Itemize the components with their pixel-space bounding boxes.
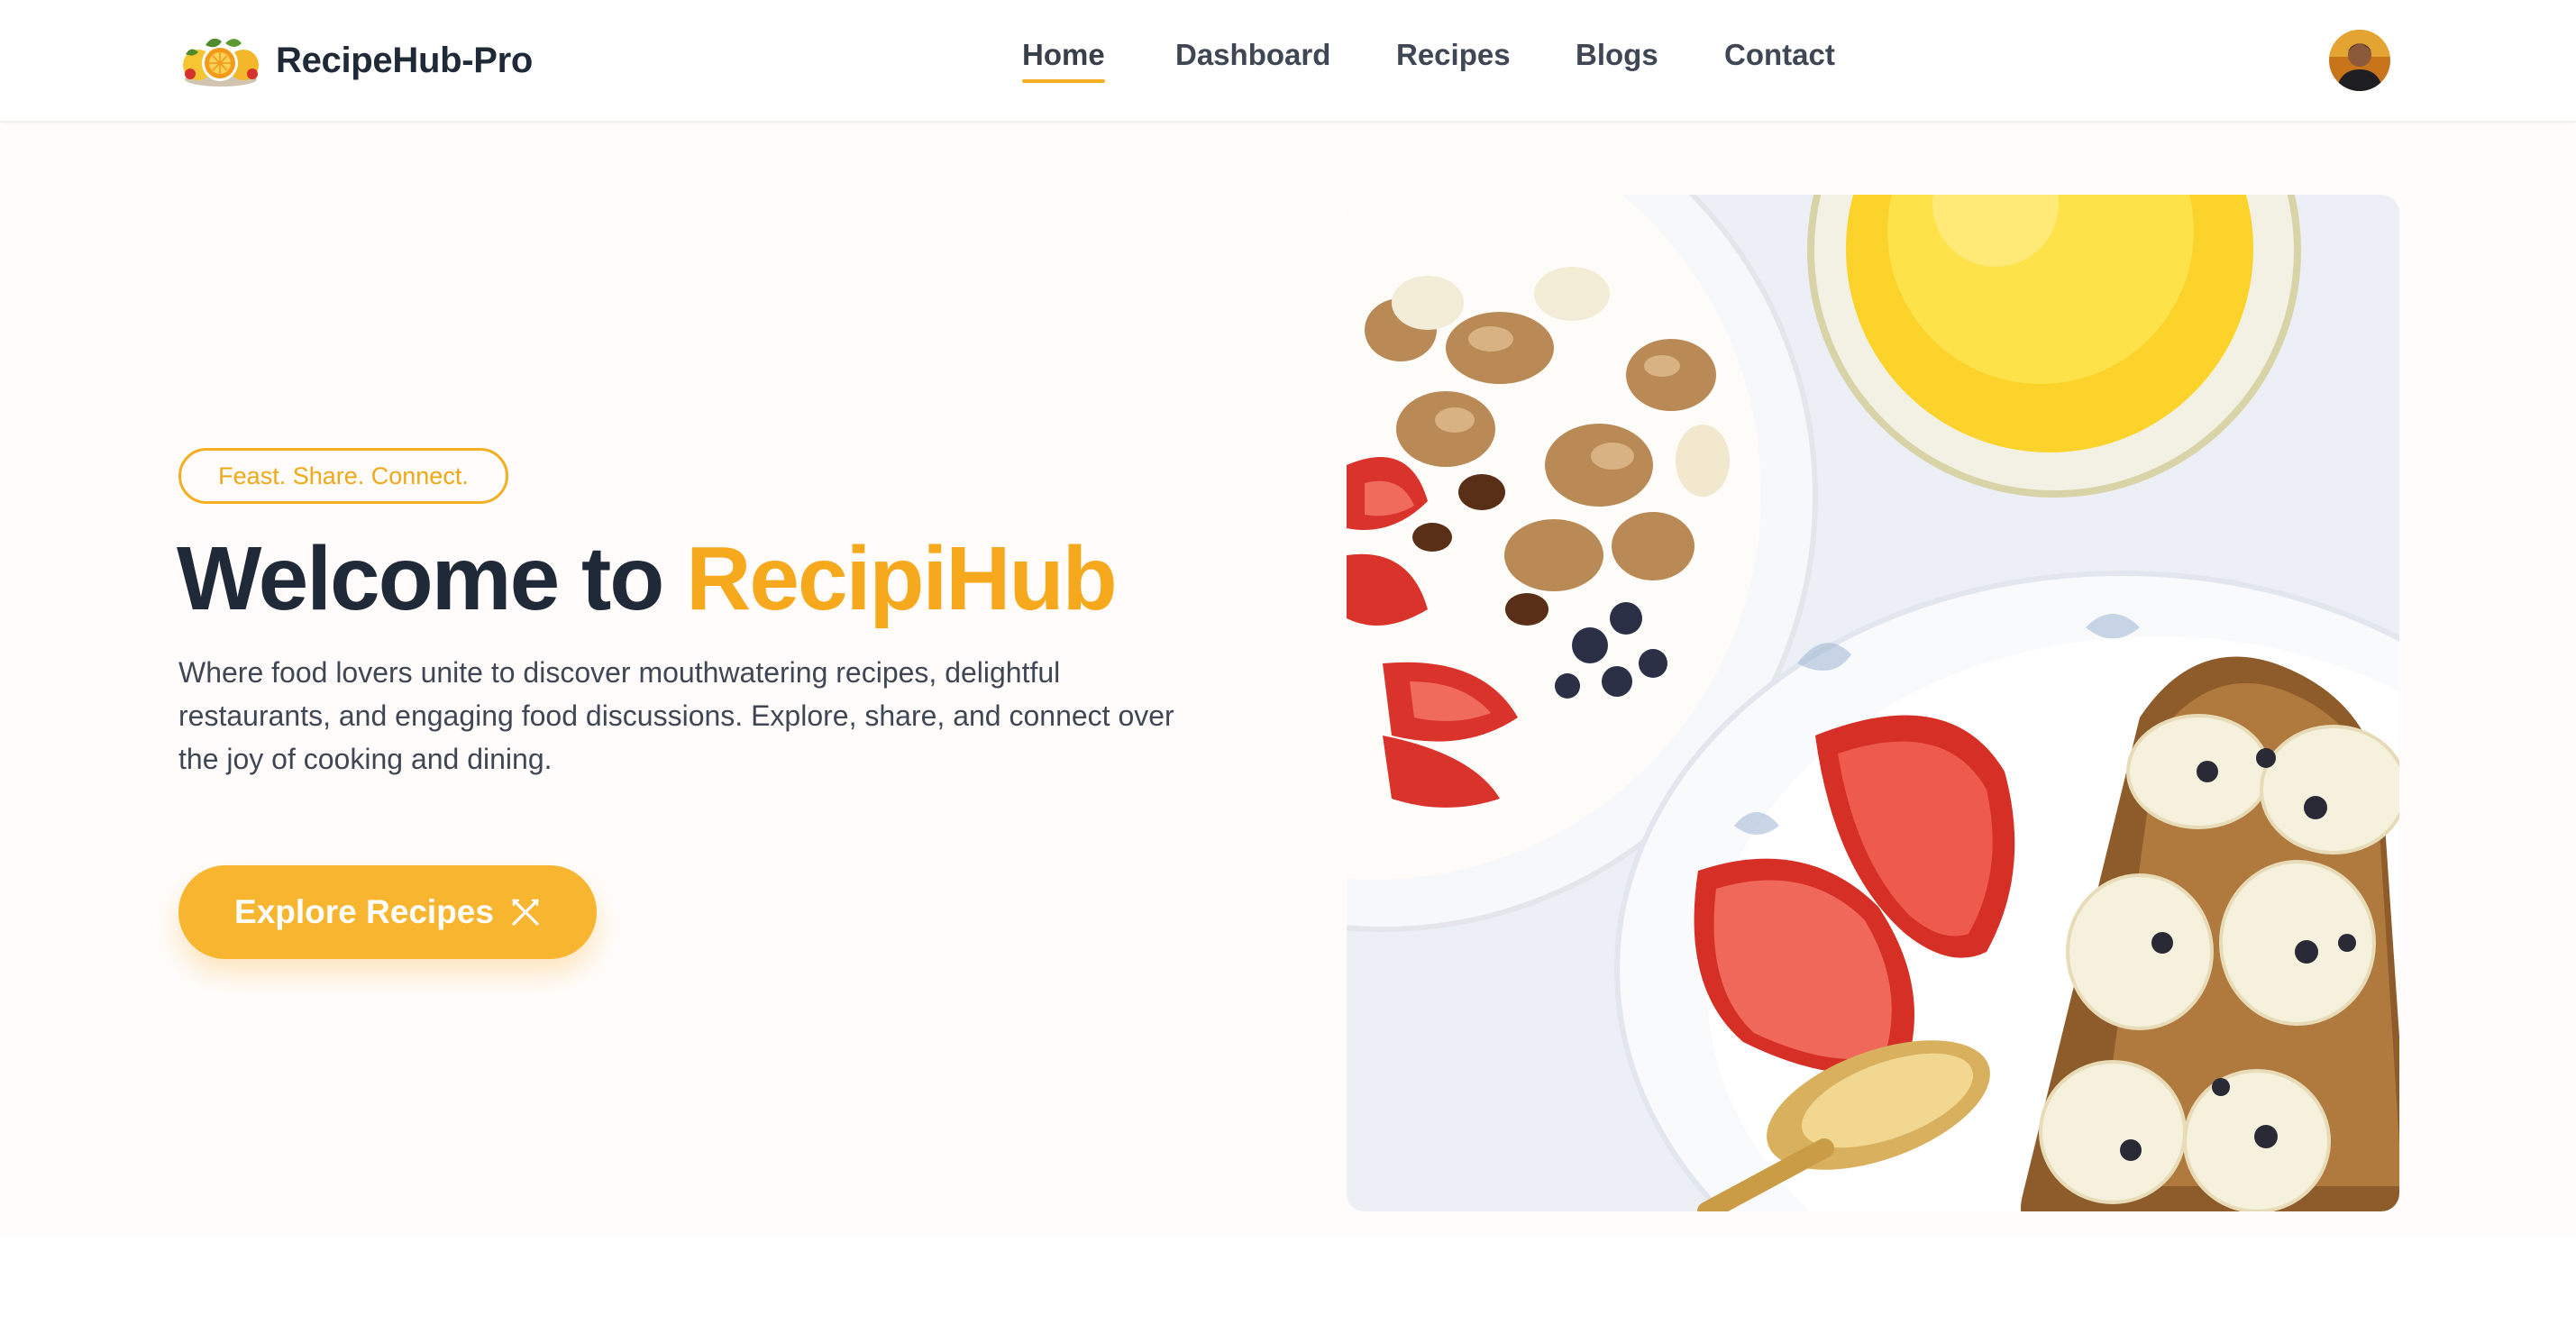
nav-item-dashboard[interactable]: Dashboard — [1175, 38, 1330, 72]
nav-item-home[interactable]: Home — [1022, 38, 1105, 83]
breakfast-photo — [1347, 195, 2399, 1211]
hero-section: Feast. Share. Connect. Welcome to Recipi… — [0, 124, 2576, 1235]
user-avatar[interactable] — [2329, 30, 2390, 91]
hero-description: Where food lovers unite to discover mout… — [178, 656, 1174, 775]
top-navbar: RecipeHub-Pro Home Dashboard Recipes Blo… — [0, 0, 2576, 123]
headline-accent: RecipiHub — [686, 528, 1117, 629]
nav-item-contact[interactable]: Contact — [1724, 38, 1835, 72]
active-nav-underline — [1022, 79, 1105, 83]
nav-item-label: Recipes — [1396, 38, 1511, 71]
nav-item-recipes[interactable]: Recipes — [1396, 38, 1511, 72]
user-avatar-icon — [2329, 30, 2390, 91]
hero-headline: Welcome to RecipiHub — [177, 525, 1118, 633]
nav-item-label: Home — [1022, 38, 1105, 71]
brand[interactable]: RecipeHub-Pro — [178, 32, 533, 88]
headline-prefix: Welcome to — [177, 528, 664, 629]
nav-item-blogs[interactable]: Blogs — [1576, 38, 1658, 72]
nav-item-label: Blogs — [1576, 38, 1658, 71]
citrus-fruits-logo-icon — [183, 38, 259, 87]
brand-name: RecipeHub-Pro — [276, 40, 534, 80]
utensils-crossed-icon — [512, 899, 539, 926]
nav-item-label: Contact — [1724, 38, 1835, 71]
nav-item-label: Dashboard — [1175, 38, 1331, 71]
breakfast-photo-icon — [1347, 195, 2399, 1211]
explore-recipes-label: Explore Recipes — [234, 893, 494, 930]
explore-recipes-button[interactable]: Explore Recipes — [178, 865, 597, 959]
tagline-text: Feast. Share. Connect. — [218, 461, 469, 489]
tagline-badge: Feast. Share. Connect. — [178, 448, 508, 504]
